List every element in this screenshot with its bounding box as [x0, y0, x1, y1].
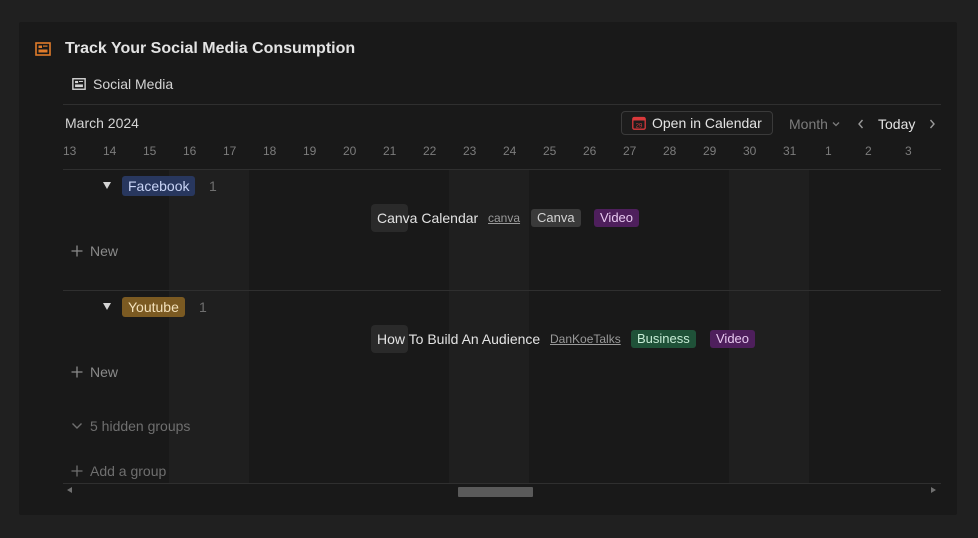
- tag-chip: Canva: [531, 209, 581, 227]
- calendar-icon-day: 29: [636, 123, 643, 129]
- day-number: 26: [583, 144, 597, 158]
- collapse-triangle-icon[interactable]: [103, 182, 111, 189]
- chevron-left-icon[interactable]: [856, 118, 866, 130]
- tag-chip: Video: [594, 209, 640, 227]
- day-number: 21: [383, 144, 397, 158]
- day-number: 13: [63, 144, 77, 158]
- collapse-triangle-icon[interactable]: [103, 303, 111, 310]
- group-tag-facebook[interactable]: Facebook: [122, 176, 196, 196]
- event-link[interactable]: canva: [488, 211, 520, 225]
- plus-icon: [71, 465, 83, 477]
- range-dropdown-label: Month: [789, 116, 828, 132]
- event-title[interactable]: How To Build An Audience: [377, 331, 540, 347]
- group-count: 1: [199, 299, 207, 315]
- new-item-button[interactable]: New: [71, 364, 118, 380]
- group-tag-youtube[interactable]: Youtube: [122, 297, 185, 317]
- page-title: Track Your Social Media Consumption: [65, 40, 356, 57]
- calendar-icon: 29: [632, 116, 646, 130]
- day-number: 30: [743, 144, 757, 158]
- plus-icon: [71, 366, 83, 378]
- event-link[interactable]: DanKoeTalks: [550, 332, 621, 346]
- day-number: 17: [223, 144, 237, 158]
- day-number: 3: [905, 144, 912, 158]
- table-view-icon: [35, 42, 51, 56]
- day-number: 25: [543, 144, 557, 158]
- day-number: 15: [143, 144, 157, 158]
- day-number: 29: [703, 144, 717, 158]
- hidden-groups-toggle[interactable]: 5 hidden groups: [71, 418, 190, 434]
- group-count: 1: [209, 178, 217, 194]
- day-number: 27: [623, 144, 637, 158]
- add-group-button[interactable]: Add a group: [71, 463, 166, 479]
- open-in-calendar-label: Open in Calendar: [652, 115, 762, 131]
- open-in-calendar-button[interactable]: 29 Open in Calendar: [621, 111, 773, 135]
- chevron-down-icon: [72, 423, 82, 429]
- divider: [63, 104, 941, 105]
- view-tab-social-media[interactable]: Social Media: [93, 76, 173, 92]
- today-button[interactable]: Today: [878, 116, 915, 132]
- day-number: 31: [783, 144, 797, 158]
- day-number: 24: [503, 144, 517, 158]
- scroll-right-arrow-icon[interactable]: [931, 487, 936, 493]
- view-tab-icon: [72, 78, 86, 90]
- day-number: 2: [865, 144, 872, 158]
- plus-icon: [71, 245, 83, 257]
- range-dropdown[interactable]: Month: [789, 116, 841, 132]
- new-item-label: New: [90, 364, 119, 380]
- weekend-column: [729, 170, 809, 483]
- day-number: 14: [103, 144, 117, 158]
- new-item-button[interactable]: New: [71, 243, 118, 259]
- event-title[interactable]: Canva Calendar: [377, 210, 478, 226]
- timeline-panel: Track Your Social Media Consumption Soci…: [19, 22, 957, 515]
- day-number: 28: [663, 144, 677, 158]
- add-group-label: Add a group: [90, 463, 167, 479]
- day-number: 18: [263, 144, 277, 158]
- tag-chip: Business: [631, 330, 696, 348]
- day-number: 1: [825, 144, 832, 158]
- tag-chip: Video: [710, 330, 756, 348]
- chevron-right-icon[interactable]: [927, 118, 937, 130]
- day-number: 22: [423, 144, 437, 158]
- hidden-groups-label: 5 hidden groups: [90, 418, 191, 434]
- day-number: 20: [343, 144, 357, 158]
- scrollbar-thumb[interactable]: [458, 487, 533, 497]
- new-item-label: New: [90, 243, 119, 259]
- group-divider: [63, 290, 941, 291]
- scroll-left-arrow-icon[interactable]: [67, 487, 72, 493]
- day-number: 16: [183, 144, 197, 158]
- current-month-label: March 2024: [65, 115, 139, 131]
- weekend-column: [169, 170, 249, 483]
- day-number: 19: [303, 144, 317, 158]
- day-number: 23: [463, 144, 477, 158]
- chevron-down-icon: [832, 122, 840, 127]
